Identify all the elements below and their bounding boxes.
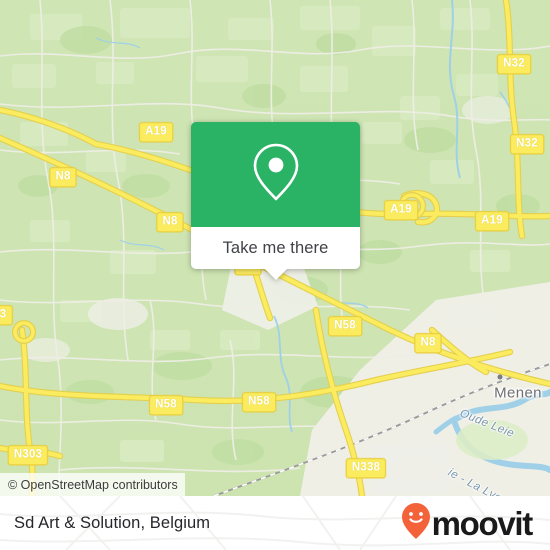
road-shield[interactable]: N58	[149, 395, 183, 415]
place-callout-card[interactable]: Take me there	[191, 122, 360, 280]
road-shield[interactable]: A19	[384, 200, 418, 220]
place-label-menen: Menen	[494, 384, 542, 402]
callout-pointer-tail	[263, 268, 288, 280]
take-me-there-button[interactable]: Take me there	[223, 239, 329, 258]
road-shield[interactable]: N58	[242, 392, 276, 412]
road-shield[interactable]: 3	[0, 305, 13, 325]
map-view[interactable]: A19 A19 A19 N32 N32 N8 N8 N8 N8 N58 N58 …	[0, 0, 550, 496]
callout-header	[191, 122, 360, 227]
road-shield[interactable]: N58	[328, 316, 362, 336]
map-attribution[interactable]: © OpenStreetMap contributors	[0, 473, 185, 496]
bottom-info-bar: Sd Art & Solution, Belgium moovit	[0, 496, 550, 550]
moovit-wordmark: moovit	[431, 504, 534, 542]
road-shield[interactable]: N303	[7, 445, 49, 465]
road-shield[interactable]: A19	[139, 122, 173, 142]
place-marker-dot	[497, 374, 503, 380]
road-shield[interactable]: N8	[414, 333, 442, 353]
road-shield[interactable]: N32	[510, 134, 544, 154]
road-shield[interactable]: N338	[345, 458, 387, 478]
attribution-text: © OpenStreetMap contributors	[8, 477, 178, 492]
road-shield[interactable]: A19	[475, 211, 509, 231]
callout-action-bar[interactable]: Take me there	[191, 227, 360, 280]
road-shield[interactable]: N32	[497, 54, 531, 74]
moovit-place-card-screen: A19 A19 A19 N32 N32 N8 N8 N8 N8 N58 N58 …	[0, 0, 550, 550]
moovit-smiley-pin-icon	[401, 502, 431, 545]
map-pin-icon	[250, 140, 302, 209]
moovit-logo[interactable]: moovit	[401, 502, 534, 545]
road-shield[interactable]: N8	[49, 167, 77, 187]
road-shield[interactable]: N8	[156, 212, 184, 232]
poi-title: Sd Art & Solution, Belgium	[14, 513, 211, 532]
